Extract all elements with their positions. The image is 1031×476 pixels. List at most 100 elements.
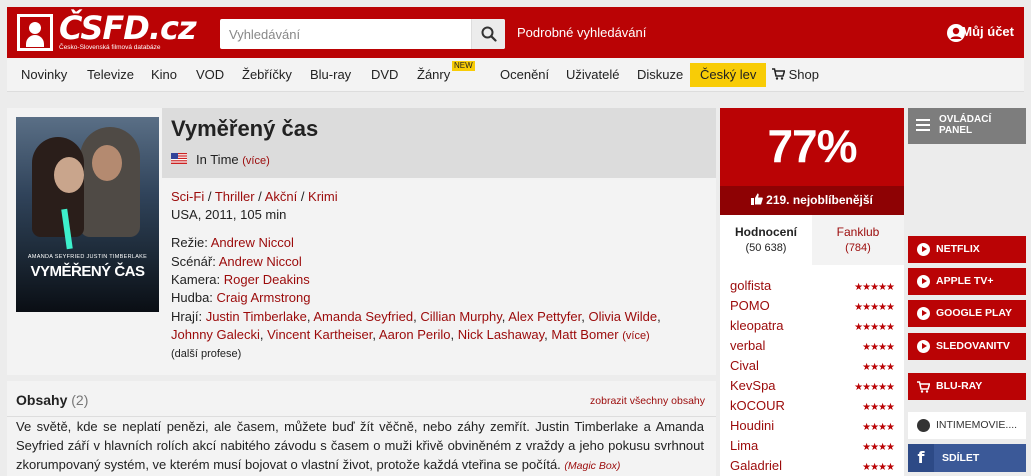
user-link[interactable]: Galadriel (730, 458, 782, 473)
search-button[interactable] (471, 19, 505, 49)
director-link[interactable]: Andrew Niccol (211, 235, 294, 250)
star-rating: ★★★★ (862, 342, 895, 353)
vod-sledovanitv-button[interactable]: SLEDOVANITV (908, 333, 1026, 360)
user-link[interactable]: verbal (730, 338, 765, 353)
crew-row-writer: Scénář: Andrew Niccol (171, 254, 302, 269)
user-link[interactable]: golfista (730, 278, 771, 293)
play-icon (917, 340, 930, 353)
star-rating: ★★★★ (862, 402, 895, 413)
user-link[interactable]: Lima (730, 438, 758, 453)
show-all-plots-link[interactable]: zobrazit všechny obsahy (590, 395, 705, 407)
user-rating-row: KevSpa ★★★★★ (730, 378, 895, 398)
nav-diskuze[interactable]: Diskuze (637, 58, 683, 92)
crew-row-music: Hudba: Craig Armstrong (171, 290, 311, 305)
film-panel: AMANDA SEYFRIED JUSTIN TIMBERLAKE VYMĚŘE… (7, 108, 716, 375)
plot-title: Obsahy (2) (16, 392, 89, 408)
cart-icon (917, 381, 930, 393)
user-link[interactable]: Cival (730, 358, 759, 373)
tab-fanclub[interactable]: Fanklub (784) (812, 215, 904, 265)
film-strip-icon (17, 14, 53, 51)
user-link[interactable]: Houdini (730, 418, 774, 433)
user-rating-row: POMO ★★★★★ (730, 298, 895, 318)
control-panel-button[interactable]: OVLÁDACÍ PANEL (908, 108, 1026, 144)
plot-source-link[interactable]: (Magic Box) (564, 460, 620, 472)
genre-link[interactable]: Sci-Fi (171, 189, 204, 204)
nav-kino[interactable]: Kino (151, 58, 177, 92)
advanced-search-link[interactable]: Podrobné vyhledávání (517, 25, 646, 40)
actor-link[interactable]: Cillian Murphy (420, 309, 501, 324)
original-title-more-link[interactable]: (více) (242, 155, 270, 167)
nav-dvd[interactable]: DVD (371, 58, 398, 92)
vod-appletv-button[interactable]: APPLE TV+ (908, 268, 1026, 295)
csfd-logo[interactable]: ČSFD.cz Česko-Slovenská filmová databáze (17, 9, 197, 53)
actor-link[interactable]: Alex Pettyfer (508, 309, 581, 324)
user-link[interactable]: POMO (730, 298, 770, 313)
rating-score: 77% (767, 120, 857, 172)
ratings-count: (50 638) (745, 242, 787, 254)
poster-actors: AMANDA SEYFRIED JUSTIN TIMBERLAKE (27, 254, 148, 260)
star-rating: ★★★★★ (854, 382, 895, 393)
film-title: Vyměřený čas (171, 116, 319, 141)
nav-novinky[interactable]: Novinky (21, 58, 67, 92)
camera-link[interactable]: Roger Deakins (224, 272, 310, 287)
nav-uzivatele[interactable]: Uživatelé (566, 58, 619, 92)
plot-panel: Obsahy (2) zobrazit všechny obsahy Ve sv… (7, 381, 716, 476)
vod-googleplay-button[interactable]: GOOGLE PLAY (908, 300, 1026, 327)
user-link[interactable]: kOCOUR (730, 398, 785, 413)
genre-link[interactable]: Thriller (215, 189, 255, 204)
play-icon (917, 243, 930, 256)
actor-link[interactable]: Johnny Galecki (171, 327, 260, 342)
cart-icon (772, 68, 786, 80)
nav-shop[interactable]: Shop (772, 58, 819, 92)
genres: Sci-Fi / Thriller / Akční / Krimi (171, 189, 338, 204)
globe-icon (917, 419, 930, 432)
music-link[interactable]: Craig Armstrong (217, 290, 311, 305)
logo-subtitle: Česko-Slovenská filmová databáze (59, 44, 161, 51)
user-rating-row: kOCOUR ★★★★ (730, 398, 895, 418)
user-link[interactable]: kleopatra (730, 318, 783, 333)
actor-link[interactable]: Aaron Perilo (379, 327, 451, 342)
genre-link[interactable]: Krimi (308, 189, 338, 204)
nav-televize[interactable]: Televize (87, 58, 134, 92)
nav-oceneni[interactable]: Ocenění (500, 58, 549, 92)
account-link[interactable]: Můj účet (961, 24, 1014, 39)
user-rating-row: Houdini ★★★★ (730, 418, 895, 438)
actor-link[interactable]: Vincent Kartheiser (267, 327, 372, 342)
actor-link[interactable]: Olivia Wilde (588, 309, 657, 324)
user-rating-row: verbal ★★★★ (730, 338, 895, 358)
star-rating: ★★★★ (862, 362, 895, 373)
actor-link[interactable]: Nick Lashaway (458, 327, 544, 342)
writer-link[interactable]: Andrew Niccol (219, 254, 302, 269)
cast-more-link[interactable]: (více) (622, 330, 650, 342)
nav-cesky-lev[interactable]: Český lev (690, 63, 767, 87)
more-professions-link[interactable]: (další profese) (171, 345, 241, 363)
search-input[interactable] (220, 19, 465, 49)
genre-link[interactable]: Akční (265, 189, 298, 204)
popularity-rank-link[interactable]: 219. nejoblíbenější (720, 186, 904, 215)
user-rating-row: golfista ★★★★★ (730, 278, 895, 298)
nav-vod[interactable]: VOD (196, 58, 224, 92)
nav-zanry[interactable]: Žánry NEW (417, 58, 475, 92)
actor-link[interactable]: Amanda Seyfried (313, 309, 413, 324)
plot-count: (2) (71, 392, 89, 408)
star-rating: ★★★★★ (854, 282, 895, 293)
nav-zebricky[interactable]: Žebříčky (242, 58, 292, 92)
user-rating-row: Cival ★★★★ (730, 358, 895, 378)
crew-row-camera: Kamera: Roger Deakins (171, 272, 310, 287)
facebook-share-button[interactable]: f SDÍLET (908, 444, 1026, 472)
star-rating: ★★★★★ (854, 302, 895, 313)
main-nav: Novinky Televize Kino VOD Žebříčky Blu-r… (7, 58, 1024, 92)
user-ratings-list: golfista ★★★★★ POMO ★★★★★ kleopatra ★★★★★ verb… (720, 265, 904, 476)
actor-link[interactable]: Justin Timberlake (206, 309, 307, 324)
search-icon (481, 26, 497, 42)
tab-ratings[interactable]: Hodnocení (50 638) (720, 215, 812, 265)
nav-bluray[interactable]: Blu-ray (310, 58, 351, 92)
bluray-button[interactable]: BLU-RAY (908, 373, 1026, 400)
score-box: 77% (720, 108, 904, 186)
actor-link[interactable]: Matt Bomer (551, 327, 618, 342)
film-poster[interactable]: AMANDA SEYFRIED JUSTIN TIMBERLAKE VYMĚŘE… (16, 117, 159, 312)
star-rating: ★★★★ (862, 422, 895, 433)
intimemovie-link[interactable]: INTIMEMOVIE.... (908, 412, 1026, 439)
user-link[interactable]: KevSpa (730, 378, 776, 393)
vod-netflix-button[interactable]: NETFLIX (908, 236, 1026, 263)
